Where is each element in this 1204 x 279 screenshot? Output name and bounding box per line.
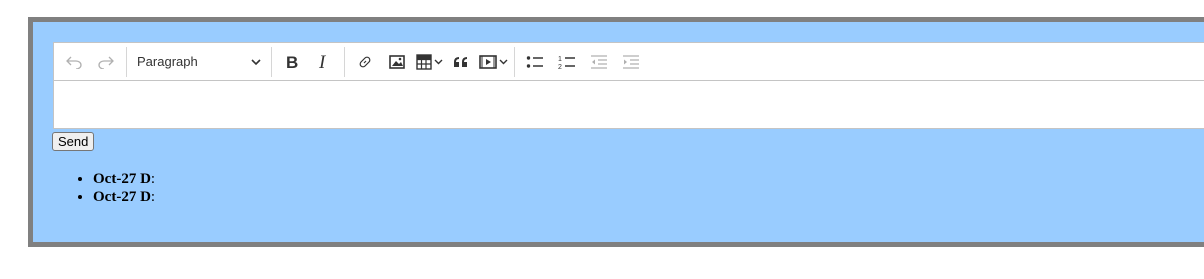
numbered-list-icon[interactable]: 12 xyxy=(553,48,581,76)
italic-icon[interactable]: I xyxy=(310,48,338,76)
chat-frame: Paragraph B I 1 2 Send • Oct-27 D: • Oct… xyxy=(28,17,1204,247)
message-date: Oct-27 D xyxy=(93,189,151,205)
image-icon[interactable] xyxy=(383,48,411,76)
message-list: Oct-27 D: Oct-27 D: xyxy=(53,170,155,206)
media-embed-icon xyxy=(479,54,497,69)
svg-text:I: I xyxy=(318,54,327,70)
message-text: : xyxy=(150,171,156,187)
toolbar-separator xyxy=(271,46,272,77)
chevron-down-icon xyxy=(434,59,443,65)
redo-icon[interactable] xyxy=(92,48,120,76)
bulleted-list-icon[interactable] xyxy=(521,48,549,76)
list-item: Oct-27 D: xyxy=(93,188,155,206)
blockquote-icon[interactable] xyxy=(447,48,475,76)
toolbar-separator xyxy=(514,46,515,77)
toolbar-separator xyxy=(344,46,345,77)
chevron-down-icon xyxy=(499,59,508,65)
link-icon[interactable] xyxy=(351,48,379,76)
send-button[interactable]: Send xyxy=(52,132,95,151)
table-button[interactable] xyxy=(415,48,443,76)
svg-text:B: B xyxy=(286,54,298,70)
rich-text-editor: Paragraph B I 1 2 xyxy=(53,42,1204,129)
editor-content-area[interactable] xyxy=(54,81,1204,128)
heading-dropdown-value: Paragraph xyxy=(137,54,198,69)
outdent-icon[interactable] xyxy=(585,48,613,76)
message-text: : xyxy=(150,189,156,205)
indent-icon[interactable] xyxy=(617,48,645,76)
heading-dropdown[interactable]: Paragraph xyxy=(131,48,267,76)
chevron-down-icon xyxy=(251,54,261,69)
media-embed-button[interactable] xyxy=(479,48,508,76)
svg-text:1: 1 xyxy=(558,56,562,63)
list-item: Oct-27 D: xyxy=(93,170,155,188)
toolbar-separator xyxy=(126,46,127,77)
message-date: Oct-27 D xyxy=(93,171,151,187)
undo-icon[interactable] xyxy=(60,48,88,76)
editor-toolbar: Paragraph B I 1 2 xyxy=(54,43,1204,81)
bold-icon[interactable]: B xyxy=(278,48,306,76)
table-icon xyxy=(415,53,432,70)
svg-text:2: 2 xyxy=(558,64,562,70)
